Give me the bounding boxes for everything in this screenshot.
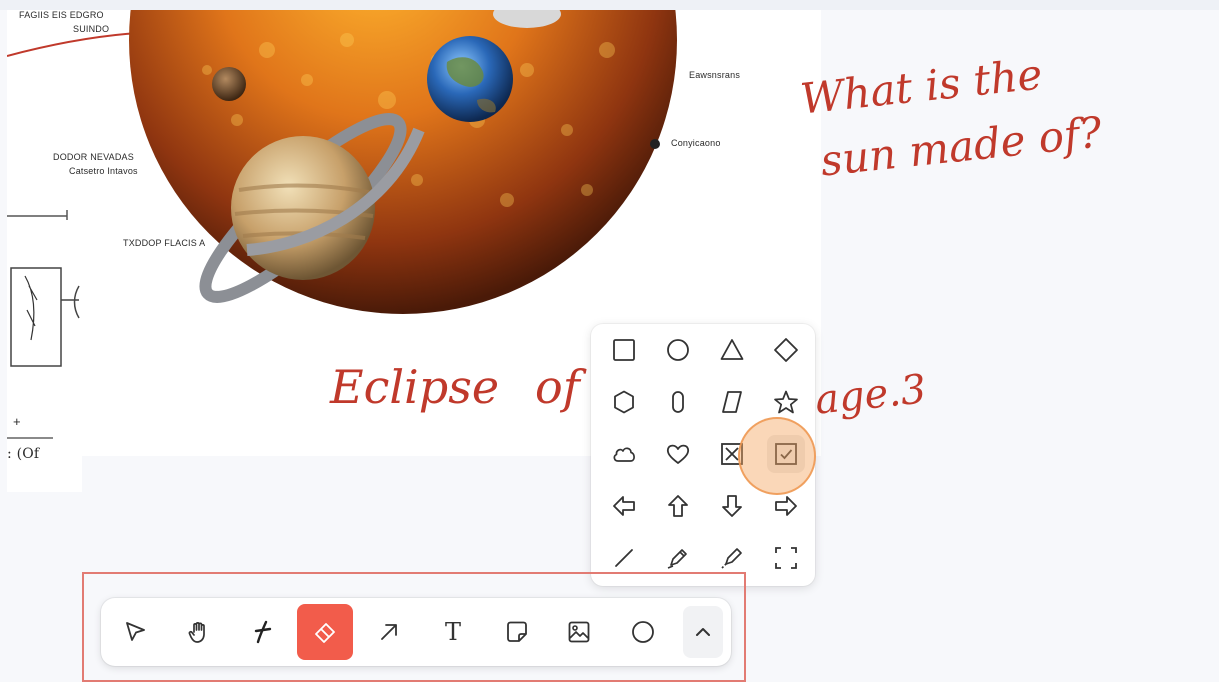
arrow-left-icon xyxy=(613,496,635,516)
arrow-up-icon xyxy=(668,495,688,517)
parallelogram-shape-option[interactable] xyxy=(705,376,759,428)
handwritten-page-text[interactable]: age.3 xyxy=(813,366,928,423)
diamond-shape-option[interactable] xyxy=(759,324,813,376)
arrow-right-icon xyxy=(775,496,797,516)
rectangle-shape-option[interactable] xyxy=(597,324,651,376)
diagram-label: Eawsnsrans xyxy=(689,70,741,80)
diagram-label: FAGIIS EIS EDGRO xyxy=(19,10,104,20)
ellipse-shape-option[interactable] xyxy=(651,324,705,376)
arrow-tool-button[interactable] xyxy=(361,604,417,660)
handwritten-question-line2[interactable]: sun made of? xyxy=(818,107,1104,185)
eraser-tool-button[interactable] xyxy=(297,604,353,660)
frame-shape-option[interactable] xyxy=(759,532,813,584)
arrow-right-shape-option[interactable] xyxy=(759,480,813,532)
top-bar xyxy=(0,0,1219,10)
diagram-label: Conyicaono xyxy=(671,138,721,148)
rectangle-icon xyxy=(613,339,635,361)
image-fragment: + : (Of xyxy=(7,414,82,492)
x-box-icon xyxy=(721,443,743,465)
pencil-icon xyxy=(667,549,687,569)
oval-icon xyxy=(672,391,684,413)
arrow-left-shape-option[interactable] xyxy=(597,480,651,532)
parallelogram-icon xyxy=(722,391,742,413)
star-shape-option[interactable] xyxy=(759,376,813,428)
hexagon-shape-option[interactable] xyxy=(597,376,651,428)
shape-tool-button[interactable] xyxy=(615,604,671,660)
hexagon-icon xyxy=(614,390,634,414)
check-box-icon xyxy=(775,443,797,465)
frame-icon xyxy=(775,547,797,569)
draw-icon xyxy=(254,620,272,644)
sticky-note-icon xyxy=(507,621,527,642)
circle-icon xyxy=(632,621,654,643)
shape-picker-panel xyxy=(591,324,815,586)
text-icon: T xyxy=(444,618,461,646)
cloud-shape-option[interactable] xyxy=(597,428,651,480)
handwritten-eclipse-text[interactable]: Eclipse xyxy=(330,360,499,414)
x-box-shape-option[interactable] xyxy=(705,428,759,480)
star-icon xyxy=(774,390,798,414)
triangle-shape-option[interactable] xyxy=(705,324,759,376)
diamond-icon xyxy=(774,338,798,362)
image-tool-button[interactable] xyxy=(551,604,607,660)
cloud-icon xyxy=(613,447,635,462)
ellipse-icon xyxy=(667,339,689,361)
image-icon xyxy=(568,621,590,643)
diagram-label: SUINDO xyxy=(73,24,110,34)
handwritten-question-line1[interactable]: What is the xyxy=(798,49,1044,123)
arrow-down-shape-option[interactable] xyxy=(705,480,759,532)
oval-shape-option[interactable] xyxy=(651,376,705,428)
hand-icon xyxy=(188,622,205,643)
hand-tool-button[interactable] xyxy=(171,604,227,660)
text-tool-button[interactable]: T xyxy=(425,604,481,660)
bottom-toolbar: T xyxy=(101,598,731,666)
cursor-icon xyxy=(126,622,145,641)
diagram-label: : (Of xyxy=(7,446,40,462)
heart-icon xyxy=(666,444,690,464)
diagram-label: + xyxy=(13,414,21,429)
triangle-icon xyxy=(720,339,744,360)
line-icon xyxy=(615,549,633,567)
note-tool-button[interactable] xyxy=(489,604,545,660)
more-tools-button[interactable] xyxy=(683,606,723,658)
eraser-icon xyxy=(315,623,335,643)
arrow-up-shape-option[interactable] xyxy=(651,480,705,532)
diagram-label: Catsetro Intavos xyxy=(69,166,138,176)
arrow-icon xyxy=(381,624,397,640)
diagram-label: DODOR NEVADAS xyxy=(53,152,134,162)
select-tool-button[interactable] xyxy=(107,604,163,660)
chevron-up-icon xyxy=(696,628,710,636)
highlighter-icon xyxy=(721,548,742,569)
draw-tool-button[interactable] xyxy=(235,604,291,660)
arrow-down-icon xyxy=(722,495,742,517)
check-box-shape-option[interactable] xyxy=(759,428,813,480)
heart-shape-option[interactable] xyxy=(651,428,705,480)
diagram-label: TXDDOP FLACIS A xyxy=(123,238,206,248)
handwritten-eclipse-of[interactable]: of xyxy=(535,360,580,414)
